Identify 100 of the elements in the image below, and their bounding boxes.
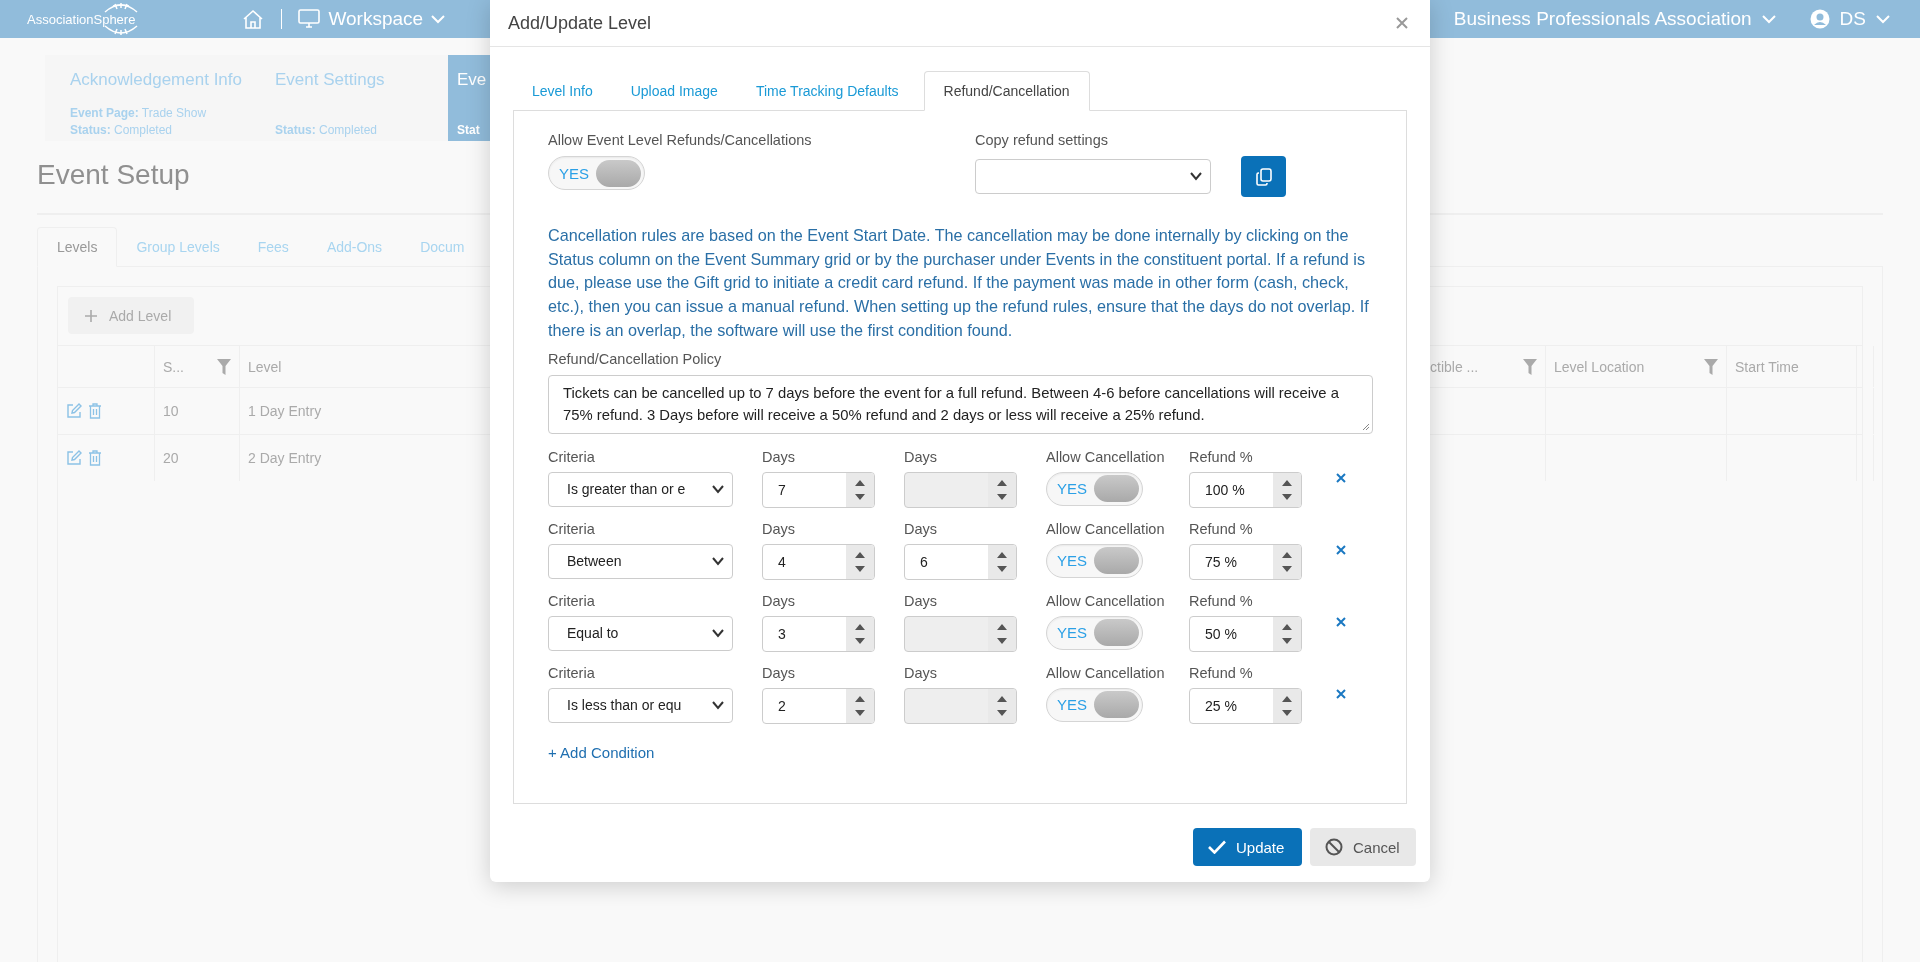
spinner-icon[interactable] <box>846 544 874 579</box>
tab[interactable]: Level Info <box>513 71 612 110</box>
user-menu[interactable]: DS <box>1839 8 1866 30</box>
table-cell: 10 <box>163 403 179 419</box>
toggle-switch[interactable]: YES <box>1046 615 1143 650</box>
field-label: Copy refund settings <box>975 132 1109 150</box>
copy-icon <box>1255 167 1272 186</box>
field-label: Criteria <box>548 520 596 539</box>
caret-icon[interactable] <box>712 556 724 566</box>
refund-percent-field[interactable]: 100 % <box>1189 471 1302 508</box>
cancel-button[interactable]: Cancel <box>1310 828 1416 866</box>
spinner-icon[interactable] <box>1273 544 1301 579</box>
tab[interactable]: Fees <box>238 227 308 266</box>
toggle-switch[interactable]: YES <box>1046 687 1143 722</box>
caret-icon[interactable] <box>712 700 724 710</box>
info-text: Cancellation rules are based on the Event Start Date. The cancellation may be done internally by clicking on the Status column on the Event Summary grid or by the purchaser under Events in the constituent portal. If a refund is due, please use the Gift grid to initiate a credit card refund. If the payment was made in other form (cash, check, etc.), then you can issue a manual refund. When setting up the refund rules, ensure that the days do not overlap. If there is an overlap, the software will use the first condition found. <box>548 225 1370 341</box>
toggle-switch[interactable]: YES <box>1046 471 1143 506</box>
days-field[interactable]: 7 <box>762 471 875 508</box>
days-field[interactable]: 6 <box>904 543 1017 580</box>
refund-percent-field[interactable]: 75 % <box>1189 543 1302 580</box>
add-level-button[interactable]: Add Level <box>68 297 194 334</box>
spinner-icon[interactable] <box>846 688 874 723</box>
spinner-icon[interactable] <box>1273 472 1301 507</box>
field-label: Criteria <box>548 592 596 611</box>
column-header[interactable]: Level Location <box>1554 358 1645 375</box>
refund-percent-field[interactable]: 25 % <box>1189 687 1302 724</box>
copy-button[interactable] <box>1241 156 1286 197</box>
tab[interactable]: Levels <box>37 227 118 267</box>
close-icon <box>1396 17 1408 29</box>
field-label: Days <box>904 664 939 683</box>
close-icon <box>1336 472 1346 483</box>
close-icon <box>1336 616 1346 627</box>
tab[interactable]: Refund/Cancellation <box>923 71 1090 111</box>
close-icon <box>1336 544 1346 555</box>
monitor-icon <box>298 9 321 29</box>
spinner-icon[interactable] <box>1273 616 1301 651</box>
criteria-dropdown[interactable]: Equal to <box>548 615 733 651</box>
table-cell: 20 <box>163 450 179 466</box>
tab[interactable]: Group Levels <box>117 227 239 266</box>
field-label: Refund % <box>1189 664 1254 683</box>
prohibited-icon <box>1325 838 1343 856</box>
page-title: Event Setup <box>37 159 190 192</box>
caret-icon[interactable] <box>1190 172 1202 181</box>
field-label: Criteria <box>548 448 596 467</box>
add-condition-link[interactable]: + Add Condition <box>548 743 655 761</box>
field-label: Days <box>904 520 939 539</box>
spinner-icon[interactable] <box>846 472 874 507</box>
field-label: Allow Cancellation <box>1046 664 1166 683</box>
field-label: Allow Cancellation <box>1046 592 1166 611</box>
criteria-dropdown[interactable]: Is greater than or e <box>548 471 733 507</box>
update-button[interactable]: Update <box>1193 828 1302 866</box>
field-label: Allow Cancellation <box>1046 448 1166 467</box>
spinner-icon[interactable] <box>846 616 874 651</box>
field-label: Days <box>762 448 797 467</box>
tab[interactable]: Docum <box>401 227 484 266</box>
days-field[interactable]: 4 <box>762 543 875 580</box>
field-label: Days <box>762 664 797 683</box>
refund-percent-field[interactable]: 50 % <box>1189 615 1302 652</box>
field-label: Refund % <box>1189 520 1254 539</box>
table-cell: 2 Day Entry <box>248 450 322 466</box>
step-title: Acknowledgement Info <box>70 70 243 90</box>
toggle-switch[interactable]: YES <box>548 156 645 190</box>
column-header[interactable]: S... <box>163 358 184 375</box>
logo-text[interactable]: AssociationSphere <box>27 11 136 27</box>
field-label: Days <box>762 520 797 539</box>
field-label: Days <box>904 448 939 467</box>
tab[interactable]: Add-Ons <box>307 227 402 266</box>
plus-icon <box>85 309 97 322</box>
step-detail: Status: Completed <box>275 123 379 137</box>
policy-textarea[interactable]: Tickets can be cancelled up to 7 days before the event for a full refund. Between 4-6 before cancellations will receive a 75% refund. 3 Days before will receive a 50% refund and 2 days or less will receive a 25% refund. <box>548 374 1373 434</box>
field-label: Refund/Cancellation Policy <box>548 350 723 369</box>
field-label: Refund % <box>1189 448 1254 467</box>
workspace-menu[interactable]: Workspace <box>328 8 424 30</box>
caret-icon[interactable] <box>712 628 724 638</box>
field-label: Allow Cancellation <box>1046 520 1166 539</box>
criteria-dropdown[interactable]: Between <box>548 543 733 579</box>
spinner-icon[interactable] <box>988 544 1016 579</box>
step-detail: Stat <box>457 123 481 137</box>
dialog-title: Add/Update Level <box>508 12 652 34</box>
field-label: Criteria <box>548 664 596 683</box>
toggle-switch[interactable]: YES <box>1046 543 1143 578</box>
days-field[interactable]: 2 <box>762 687 875 724</box>
check-icon <box>1208 840 1226 854</box>
field-label: Refund % <box>1189 592 1254 611</box>
wizard-step[interactable]: Eve Stat <box>448 55 490 141</box>
step-detail: Event Page: Trade Show <box>70 106 208 120</box>
column-header[interactable]: Start Time <box>1735 358 1799 375</box>
organization-menu[interactable]: Business Professionals Association <box>1453 8 1752 30</box>
spinner-icon[interactable] <box>1273 688 1301 723</box>
column-header[interactable]: ctible ... <box>1430 358 1479 375</box>
step-detail: Status: Completed <box>70 123 174 137</box>
tab[interactable]: Upload Image <box>611 71 737 110</box>
criteria-dropdown[interactable]: Is less than or equ <box>548 687 733 723</box>
field-label: Allow Event Level Refunds/Cancellations <box>548 132 813 150</box>
days-field[interactable]: 3 <box>762 615 875 652</box>
column-header[interactable]: Level <box>248 358 282 375</box>
tab[interactable]: Time Tracking Defaults <box>736 71 918 110</box>
caret-icon[interactable] <box>712 484 724 494</box>
field-label: Days <box>762 592 797 611</box>
field-label: Days <box>904 592 939 611</box>
